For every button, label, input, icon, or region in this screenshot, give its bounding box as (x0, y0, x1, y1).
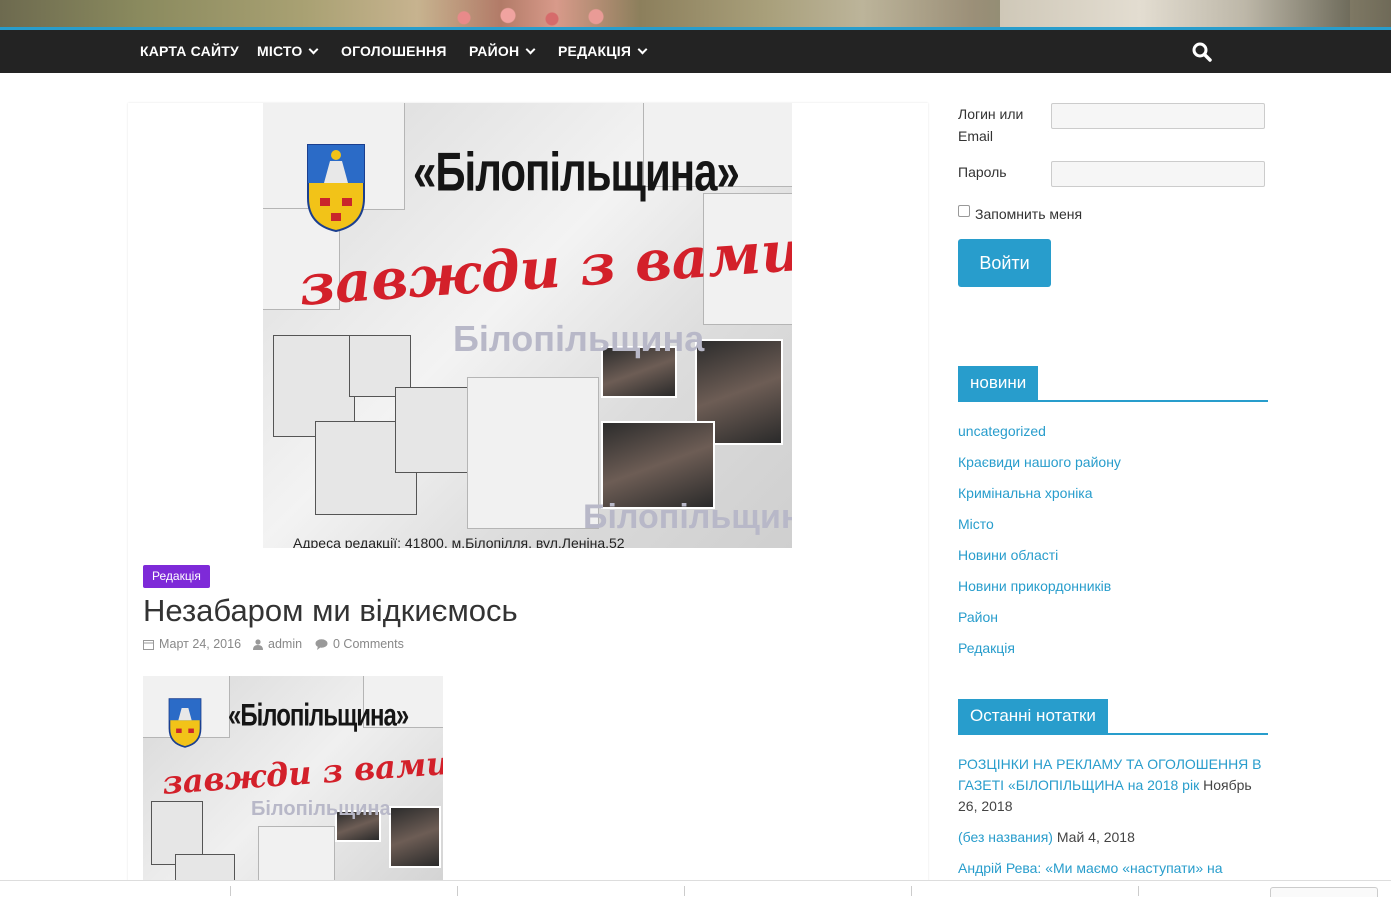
user-icon (253, 638, 263, 650)
photo-collage-piece (601, 421, 715, 509)
nav-item-label: РАЙОН (469, 43, 520, 59)
calendar-icon (143, 639, 154, 650)
chevron-down-icon (637, 44, 648, 55)
nav-item-city[interactable]: МІСТО (257, 30, 319, 73)
category-link[interactable]: Район (958, 609, 998, 625)
chevron-down-icon (308, 44, 319, 55)
coat-of-arms-icon (168, 698, 202, 748)
recent-post-item: Андрій Рева: «Ми маємо «наступати» на (958, 858, 1268, 879)
featured-image-watermark-text: Білопільщина (583, 498, 792, 536)
article-card: «Білопільщина» завжди з вами! Білопільщи… (128, 103, 928, 896)
featured-image-watermark-text: Білопільщина (453, 318, 705, 359)
photo-collage-piece (389, 806, 441, 868)
category-link[interactable]: Кримінальна хроніка (958, 485, 1093, 501)
categories-widget-title: новини (958, 366, 1039, 400)
content-image[interactable]: «Білопільщина» завжди з вами! Білопільщи… (143, 676, 443, 896)
featured-image-title: «Білопільщина» (413, 141, 740, 203)
post-comments[interactable]: 0 Comments (315, 637, 404, 651)
login-button[interactable]: Войти (958, 239, 1051, 287)
toolbar-separator (230, 886, 231, 896)
post-date-text: Март 24, 2016 (159, 637, 242, 651)
featured-image[interactable]: «Білопільщина» завжди з вами! Білопільщи… (263, 103, 792, 548)
content-image-slogan: завжди з вами! (161, 742, 443, 802)
banner-path (1000, 0, 1350, 27)
category-link[interactable]: Місто (958, 516, 994, 532)
toolbar-separator (684, 886, 685, 896)
post-author-text: admin (268, 637, 303, 651)
username-label-line: Логин или (958, 106, 1024, 122)
category-link[interactable]: Новини прикордонників (958, 578, 1111, 594)
content-image-watermark-text: Білопільщина (251, 798, 391, 820)
recent-posts-widget-header: Останні нотатки (958, 699, 1268, 735)
username-input[interactable] (1051, 103, 1265, 129)
nav-item-label: КАРТА САЙТУ (140, 43, 239, 59)
main-navigation: КАРТА САЙТУ МІСТО ОГОЛОШЕННЯ РАЙОН РЕДАК… (0, 30, 1391, 73)
recent-post-link[interactable]: (без названия) (958, 829, 1053, 845)
search-icon[interactable] (1192, 42, 1212, 62)
toolbar-separator (457, 886, 458, 896)
content-image-title: «Білопільщина» (228, 698, 409, 734)
post-date[interactable]: Март 24, 2016 (143, 637, 241, 651)
nav-item-label: РЕДАКЦІЯ (558, 43, 632, 59)
recent-post-item: (без названия) Май 4, 2018 (958, 827, 1268, 848)
recent-post-date: Май 4, 2018 (1056, 829, 1135, 845)
category-link[interactable]: Краєвиди нашого району (958, 454, 1121, 470)
nav-item-announcements[interactable]: ОГОЛОШЕННЯ (341, 30, 447, 73)
nav-item-label: ОГОЛОШЕННЯ (341, 43, 447, 59)
categories-widget-header: новини (958, 366, 1268, 402)
newspaper-collage-piece (395, 387, 469, 473)
banner-flowers (420, 4, 640, 27)
newspaper-collage-piece (467, 377, 599, 529)
post-author[interactable]: admin (253, 637, 302, 651)
username-label-line: Email (958, 128, 994, 144)
nav-item-editorial[interactable]: РЕДАКЦІЯ (558, 30, 648, 73)
remember-me-label[interactable]: Запомнить меня (975, 203, 1082, 225)
post-comments-text: 0 Comments (333, 637, 404, 651)
nav-item-district[interactable]: РАЙОН (469, 30, 536, 73)
bottom-toolbar (0, 880, 1391, 897)
nav-item-site-map[interactable]: КАРТА САЙТУ (140, 30, 239, 73)
category-link[interactable]: uncategorized (958, 423, 1046, 439)
toolbar-separator (1138, 886, 1139, 896)
recent-posts-widget-title: Останні нотатки (958, 699, 1108, 733)
post-title[interactable]: Незабаром ми відкиємось (143, 593, 518, 629)
recent-post-link[interactable]: Андрій Рева: «Ми маємо «наступати» на (958, 860, 1223, 876)
category-link[interactable]: Новини області (958, 547, 1058, 563)
chevron-down-icon (525, 44, 536, 55)
header-banner-image (0, 0, 1391, 27)
toolbar-separator (911, 886, 912, 896)
remember-me-checkbox[interactable] (958, 205, 970, 217)
recent-post-item: РОЗЦІНКИ НА РЕКЛАМУ ТА ОГОЛОШЕННЯ В ГАЗЕ… (958, 754, 1268, 817)
featured-image-caption: Адреса редакції: 41800, м.Білопілля, вул… (293, 535, 625, 548)
comment-icon (315, 638, 328, 650)
coat-of-arms-icon (307, 144, 365, 233)
password-label: Пароль (958, 164, 1007, 180)
username-label: Логин или Email (958, 103, 1023, 147)
password-input[interactable] (1051, 161, 1265, 187)
nav-item-label: МІСТО (257, 43, 303, 59)
category-badge[interactable]: Редакція (143, 565, 210, 588)
category-link[interactable]: Редакція (958, 640, 1015, 656)
